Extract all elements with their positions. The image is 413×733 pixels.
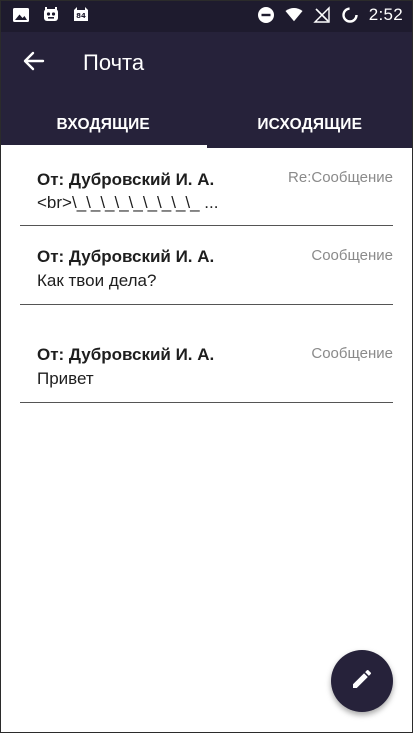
tab-inbox[interactable]: ВХОДЯЩИЕ [0, 102, 207, 148]
compose-button[interactable] [331, 650, 393, 712]
image-icon [12, 6, 30, 24]
list-divider [20, 402, 393, 403]
pencil-icon [350, 667, 374, 696]
notification-84-icon: 84 [72, 6, 90, 24]
back-button[interactable] [18, 49, 50, 77]
message-subject: Сообщение [311, 345, 393, 362]
no-signal-icon [313, 6, 331, 24]
status-right-icons: 2:52 [257, 5, 403, 25]
do-not-disturb-icon [257, 6, 275, 24]
message-sender: От: Дубровский И. А. [37, 170, 215, 189]
page-title: Почта [83, 50, 145, 75]
tab-bar: ВХОДЯЩИЕ ИСХОДЯЩИЕ [0, 102, 413, 148]
arrow-back-icon [23, 51, 45, 76]
list-divider [20, 304, 393, 305]
message-sender: От: Дубровский И. А. [37, 247, 215, 266]
status-time: 2:52 [368, 5, 403, 24]
bot-icon [42, 6, 60, 24]
list-item[interactable]: От: Дубровский И. А. Сообщение Как твои … [0, 226, 413, 324]
tab-outbox[interactable]: ИСХОДЯЩИЕ [207, 102, 413, 148]
message-preview: Привет [37, 369, 94, 388]
message-preview: <br>\_\_\_\_\_\_\_\_\_ ... [37, 193, 219, 212]
battery-saver-icon [341, 6, 359, 24]
message-subject: Сообщение [311, 247, 393, 264]
message-sender: От: Дубровский И. А. [37, 345, 215, 364]
message-subject: Re:Сообщение [288, 169, 393, 186]
status-bar: 84 2:52 [0, 0, 413, 32]
wifi-icon [285, 6, 303, 24]
list-item[interactable]: От: Дубровский И. А. Сообщение Привет [0, 324, 413, 422]
status-left-icons: 84 [12, 6, 90, 24]
list-item[interactable]: От: Дубровский И. А. Re:Сообщение <br>\_… [0, 148, 413, 226]
app-bar: Почта ВХОДЯЩИЕ ИСХОДЯЩИЕ [0, 32, 413, 148]
message-preview: Как твои дела? [37, 271, 157, 290]
notification-badge-text: 84 [76, 12, 86, 20]
message-list: От: Дубровский И. А. Re:Сообщение <br>\_… [0, 148, 413, 422]
